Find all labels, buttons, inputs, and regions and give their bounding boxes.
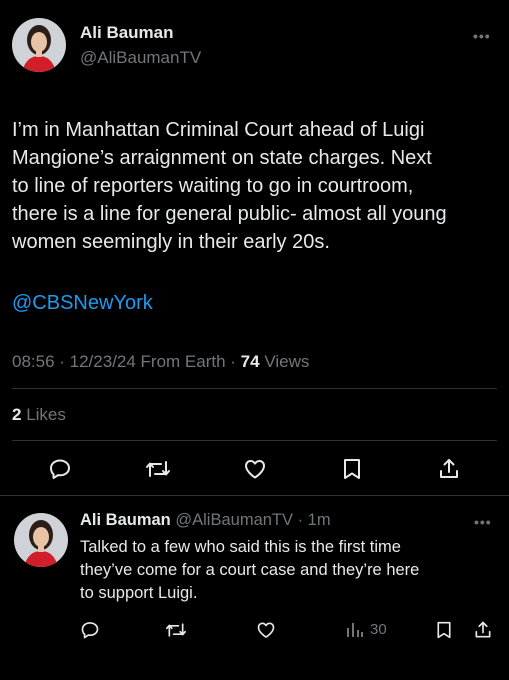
likes-label: Likes [26, 405, 66, 424]
views-label: Views [259, 352, 310, 371]
reply-repost-icon[interactable] [165, 620, 187, 640]
reply-reply-icon[interactable] [80, 620, 100, 640]
tweet-timestamp[interactable]: 08:56 · 12/23/24 From Earth · [12, 352, 241, 371]
tweet-text-line: there is a line for general public- almo… [12, 203, 447, 225]
tweet-meta: 08:56 · 12/23/24 From Earth · 74 Views [12, 352, 309, 372]
author-name[interactable]: Ali Bauman [80, 23, 174, 43]
reply-handle-time[interactable]: @AliBaumanTV · 1m [175, 511, 330, 529]
reply-views[interactable]: 30 [346, 620, 387, 638]
tweet-text-line: Mangione’s arraignment on state charges.… [12, 147, 432, 169]
tweet-text: I’m in Manhattan Criminal Court ahead of… [12, 116, 502, 256]
divider [0, 495, 509, 496]
reply-text: Talked to a few who said this is the fir… [80, 536, 500, 605]
reply-text-line: Talked to a few who said this is the fir… [80, 538, 401, 556]
avatar-image [12, 18, 66, 72]
tweet-text-line: to line of reporters waiting to go in co… [12, 175, 414, 197]
like-icon[interactable] [243, 457, 267, 481]
reply-header: Ali Bauman @AliBaumanTV · 1m [80, 511, 331, 530]
reply-views-count: 30 [370, 620, 387, 638]
bookmark-icon[interactable] [341, 457, 363, 481]
reply-author-name[interactable]: Ali Bauman [80, 511, 171, 529]
reply-bookmark-icon[interactable] [435, 620, 453, 640]
reply-icon[interactable] [48, 457, 72, 481]
views-icon [347, 623, 363, 637]
repost-icon[interactable] [145, 457, 171, 481]
likes-count: 2 [12, 405, 22, 424]
reply-more-options-icon[interactable]: ••• [474, 514, 492, 530]
divider [12, 388, 497, 389]
tweet-text-line: I’m in Manhattan Criminal Court ahead of… [12, 119, 425, 141]
share-icon[interactable] [437, 457, 461, 481]
author-avatar[interactable] [12, 18, 66, 72]
tweet-text-line: women seemingly in their early 20s. [12, 231, 330, 253]
reply-like-icon[interactable] [256, 620, 276, 640]
avatar-image [14, 513, 68, 567]
likes-stat[interactable]: 2 Likes [12, 405, 66, 425]
author-handle[interactable]: @AliBaumanTV [80, 48, 201, 68]
divider [12, 440, 497, 441]
mention-link[interactable]: @CBSNewYork [12, 289, 153, 317]
reply-text-line: they’ve come for a court case and they’r… [80, 561, 420, 579]
more-options-icon[interactable]: ••• [473, 28, 491, 44]
reply-author-avatar[interactable] [14, 513, 68, 567]
reply-text-line: to support Luigi. [80, 584, 198, 602]
reply-share-icon[interactable] [473, 620, 493, 640]
views-count[interactable]: 74 [241, 352, 260, 371]
